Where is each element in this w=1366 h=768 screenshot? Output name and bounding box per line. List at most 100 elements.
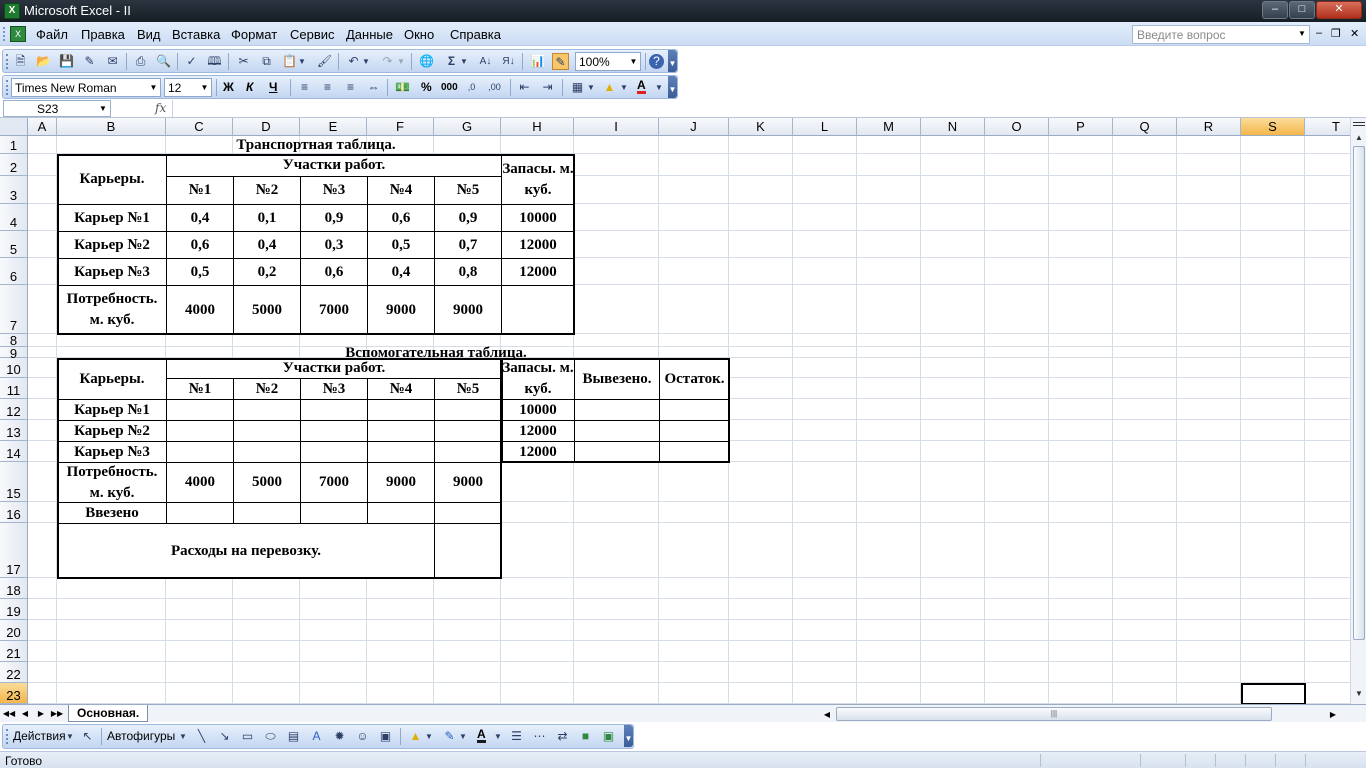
imported-cell[interactable] [367, 502, 435, 524]
menu-format[interactable]: Формат [231, 27, 277, 42]
zoom-dropdown-icon[interactable]: ▼ [628, 54, 639, 69]
close-button[interactable]: ✕ [1316, 1, 1362, 19]
column-header-t[interactable]: T [1305, 118, 1350, 136]
active-cell-selection[interactable] [1241, 683, 1306, 704]
sites-header[interactable]: Участки работ. [166, 154, 502, 177]
workbook-icon[interactable]: X [10, 26, 26, 42]
draw-font-color-icon[interactable]: A [477, 728, 486, 743]
row-header-11[interactable]: 11 [0, 378, 28, 399]
toolbar-options-icon[interactable]: ▼ [624, 725, 633, 747]
cost-cell[interactable]: 0,6 [300, 258, 368, 286]
autoshapes-dropdown-icon[interactable]: ▼ [178, 728, 188, 745]
menu-file[interactable]: Файл [36, 27, 68, 42]
currency-icon[interactable]: 💵 [394, 79, 411, 96]
vertical-scroll-thumb[interactable] [1353, 146, 1365, 640]
name-box-dropdown-icon[interactable]: ▼ [97, 101, 109, 116]
site-label[interactable]: №1 [166, 176, 234, 205]
aux-plan-cell[interactable] [367, 420, 435, 442]
undo-dropdown-icon[interactable]: ▼ [361, 53, 371, 70]
autosum-dropdown-icon[interactable]: ▼ [459, 53, 469, 70]
column-header-a[interactable]: A [28, 118, 57, 136]
column-header-r[interactable]: R [1177, 118, 1241, 136]
spelling-icon[interactable]: ✓ [183, 53, 200, 70]
aux-plan-cell[interactable] [166, 441, 234, 463]
fill-color-dropdown-icon[interactable]: ▼ [619, 79, 629, 96]
font-color-icon[interactable]: A [637, 79, 646, 94]
exported-cell[interactable] [574, 420, 660, 442]
row-header-17[interactable]: 17 [0, 523, 28, 578]
demand-cell[interactable]: 7000 [300, 285, 368, 335]
drawing-toggle-icon[interactable]: ✎ [552, 53, 569, 70]
oval-icon[interactable]: ⬭ [262, 728, 279, 745]
italic-button[interactable]: К [246, 79, 253, 96]
paste-icon[interactable]: 📋 [281, 53, 298, 70]
toolbar-options-icon[interactable]: ▼ [668, 50, 677, 72]
shape-fill-dropdown-icon[interactable]: ▼ [424, 728, 434, 745]
imported-cell[interactable] [434, 502, 502, 524]
font-color-dropdown-icon[interactable]: ▼ [654, 79, 664, 96]
menu-insert[interactable]: Вставка [172, 27, 220, 42]
research-icon[interactable]: 🕮 [206, 53, 223, 70]
menu-help[interactable]: Справка [450, 27, 501, 42]
undo-icon[interactable]: ↶ [345, 53, 362, 70]
toolbar-options-icon[interactable]: ▼ [668, 76, 677, 98]
font-name-select[interactable]: Times New Roman ▼ [11, 78, 161, 97]
aux-demand-cell[interactable]: 5000 [233, 462, 301, 503]
wordart-icon[interactable]: A [308, 728, 325, 745]
line-color-dropdown-icon[interactable]: ▼ [458, 728, 468, 745]
aux-plan-cell[interactable] [166, 399, 234, 421]
column-header-g[interactable]: G [434, 118, 501, 136]
increase-decimal-icon[interactable]: ,0 [463, 79, 480, 96]
formula-input[interactable] [172, 100, 1362, 117]
site-label[interactable]: №3 [300, 176, 368, 205]
quarries-header[interactable]: Карьеры. [57, 154, 167, 205]
column-header-e[interactable]: E [300, 118, 367, 136]
decrease-indent-icon[interactable]: ⇤ [516, 79, 533, 96]
transport-cost-label[interactable]: Расходы на перевозку. [57, 523, 435, 579]
minimize-button[interactable]: – [1262, 1, 1288, 19]
help-icon[interactable]: ? [649, 54, 664, 69]
column-header-p[interactable]: P [1049, 118, 1113, 136]
insert-function-icon[interactable]: fx [155, 101, 166, 115]
site-label[interactable]: №2 [233, 176, 301, 205]
aux-plan-cell[interactable] [367, 399, 435, 421]
row-header-7[interactable]: 7 [0, 285, 28, 334]
cost-cell[interactable]: 0,4 [233, 231, 301, 259]
percent-button[interactable]: % [421, 79, 432, 96]
sort-ascending-icon[interactable]: A↓ [477, 53, 494, 70]
demand-cell[interactable]: 9000 [367, 285, 435, 335]
cost-cell[interactable]: 0,8 [434, 258, 502, 286]
scroll-up-icon[interactable]: ▲ [1351, 130, 1366, 146]
demand-cell[interactable]: 9000 [434, 285, 502, 335]
menu-data[interactable]: Данные [346, 27, 393, 42]
zoom-select[interactable]: 100% ▼ [575, 52, 641, 71]
row-header-23[interactable]: 23 [0, 683, 28, 704]
3d-style-icon[interactable]: ▣ [600, 728, 617, 745]
aux-demand-cell[interactable]: 9000 [367, 462, 435, 503]
exported-cell[interactable] [574, 399, 660, 421]
aux-demand-cell[interactable]: 7000 [300, 462, 368, 503]
cost-cell[interactable]: 0,6 [166, 231, 234, 259]
row-header-16[interactable]: 16 [0, 502, 28, 523]
picture-icon[interactable]: ▣ [377, 728, 394, 745]
aux-plan-cell[interactable] [434, 399, 502, 421]
scroll-down-icon[interactable]: ▼ [1351, 686, 1366, 702]
font-size-select[interactable]: 12 ▼ [164, 78, 212, 97]
aux-quarry-row-label[interactable]: Карьер №1 [57, 399, 167, 421]
column-header-l[interactable]: L [793, 118, 857, 136]
menu-window[interactable]: Окно [404, 27, 434, 42]
cost-cell[interactable]: 0,3 [300, 231, 368, 259]
row-header-1[interactable]: 1 [0, 136, 28, 154]
empty-cell[interactable] [501, 285, 575, 335]
column-header-m[interactable]: M [857, 118, 921, 136]
autoshapes-menu[interactable]: Автофигуры [107, 729, 175, 743]
column-header-i[interactable]: I [574, 118, 659, 136]
quarry-row-label[interactable]: Карьер №1 [57, 204, 167, 232]
column-header-h[interactable]: H [501, 118, 574, 136]
diagram-icon[interactable]: ✹ [331, 728, 348, 745]
site-label[interactable]: №4 [367, 176, 435, 205]
row-header-3[interactable]: 3 [0, 176, 28, 204]
increase-indent-icon[interactable]: ⇥ [539, 79, 556, 96]
site-label[interactable]: №5 [434, 176, 502, 205]
remainder-cell[interactable] [659, 420, 730, 442]
